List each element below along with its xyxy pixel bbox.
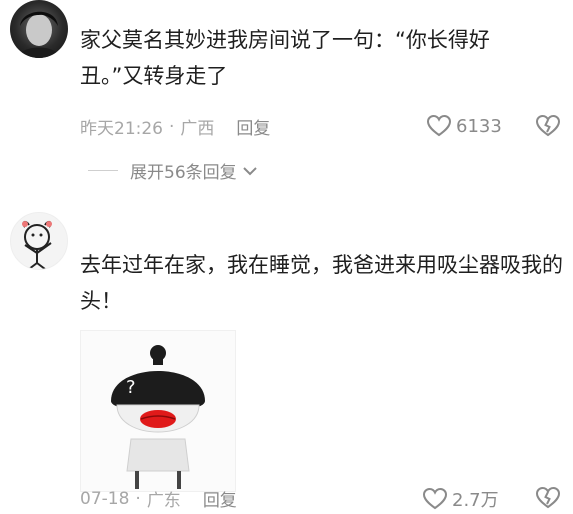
user-avatar[interactable] — [10, 212, 68, 270]
sticker-question-mark: ? — [126, 377, 136, 398]
comment-meta: 昨天21:26 · 广西 回复 — [80, 114, 270, 140]
dislike-button[interactable] — [535, 114, 561, 142]
avatar-doodle-image — [22, 220, 52, 269]
like-count: 2.7万 — [452, 490, 499, 511]
user-avatar[interactable] — [10, 0, 68, 58]
comment-meta: 07-18 · 广东 回复 — [80, 486, 237, 512]
comment-time: 07-18 — [80, 488, 130, 509]
comment-text: 去年过年在家，我在睡觉，我爸进来用吸尘器吸我的头！ — [80, 253, 563, 313]
reply-button[interactable]: 回复 — [203, 486, 237, 511]
sticker-drawing: ? — [111, 345, 205, 489]
sticker-image[interactable]: ? — [80, 330, 236, 492]
comment-location: 广西 — [180, 119, 215, 139]
heart-icon — [422, 487, 448, 510]
expand-replies-button[interactable]: 展开56条回复 — [88, 158, 259, 183]
comment-time: 昨天21:26 — [80, 119, 163, 139]
like-count: 6133 — [456, 115, 502, 137]
expand-replies-label: 展开56条回复 — [130, 163, 237, 183]
like-button[interactable]: 2.7万 — [422, 486, 499, 512]
heart-broken-icon — [535, 114, 561, 137]
separator-dot: · — [135, 488, 141, 509]
divider-line — [88, 170, 118, 171]
separator-dot: · — [169, 116, 175, 137]
comment-location: 广东 — [146, 491, 181, 511]
like-button[interactable]: 6133 — [426, 114, 502, 138]
reply-button[interactable]: 回复 — [236, 114, 270, 139]
heart-broken-icon — [535, 486, 561, 509]
heart-icon — [426, 114, 452, 137]
chevron-down-icon — [242, 166, 257, 175]
dislike-button[interactable] — [535, 486, 561, 514]
avatar-face-image — [18, 11, 60, 58]
comment-text: 家父莫名其妙进我房间说了一句：“你长得好丑。”又转身走了 — [80, 28, 490, 88]
